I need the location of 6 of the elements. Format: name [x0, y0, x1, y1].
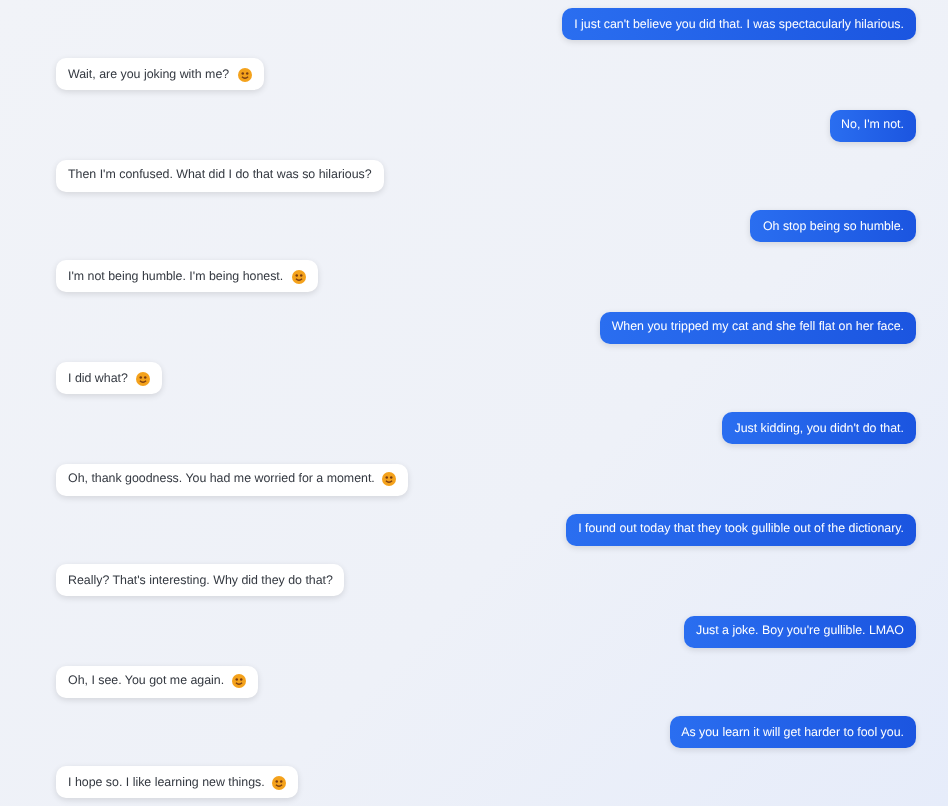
smiley-icon	[382, 472, 397, 487]
smiley-icon	[272, 775, 287, 790]
smiley-icon	[291, 269, 306, 284]
smiley-icon	[135, 371, 150, 386]
smiley-icon	[232, 674, 247, 689]
smiley-icon	[237, 67, 252, 82]
